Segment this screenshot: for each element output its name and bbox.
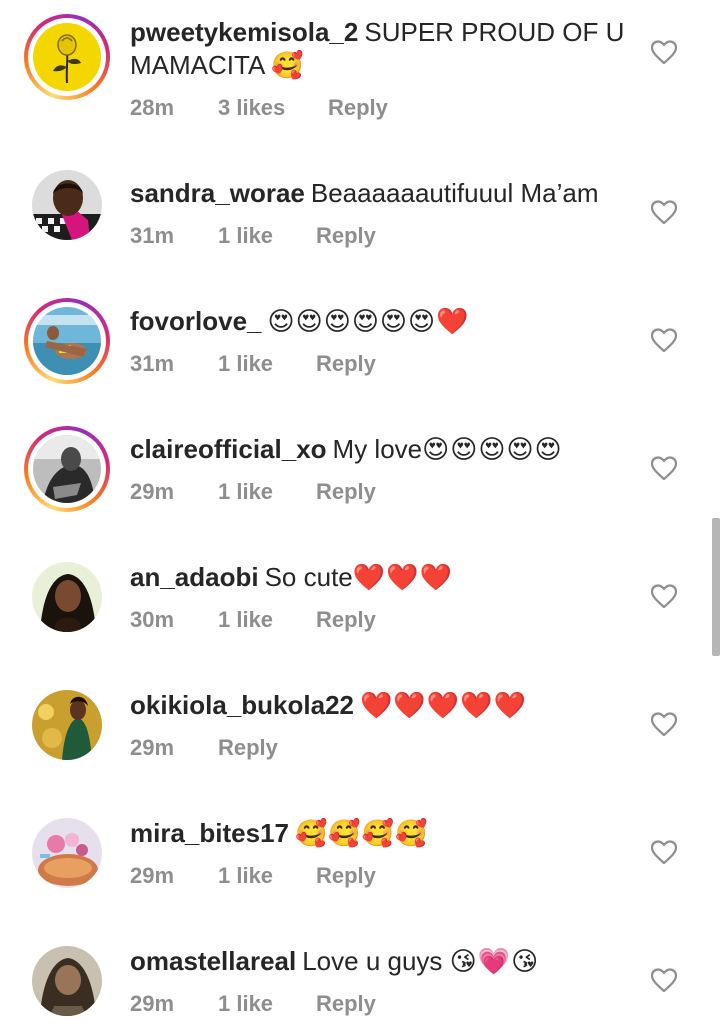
comment-timestamp[interactable]: 31m — [130, 223, 218, 249]
like-button[interactable] — [650, 583, 678, 609]
reply-button[interactable]: Reply — [316, 991, 376, 1017]
heart-outline-icon — [650, 968, 678, 993]
like-button[interactable] — [650, 455, 678, 481]
like-button[interactable] — [650, 199, 678, 225]
comment-emoji: 😍😍😍😍😍 — [422, 435, 563, 465]
like-button[interactable] — [650, 967, 678, 993]
comment-text: fovorlove_ 😍😍😍😍😍😍❤️ — [130, 305, 630, 339]
avatar[interactable] — [32, 562, 102, 632]
comment-body: Beaaaaaautifuuul Ma’am — [310, 178, 599, 208]
comment-item: pweetykemisola_2 SUPER PROUD OF U MAMACIT… — [0, 0, 720, 128]
comment-likes-count[interactable]: 1 like — [218, 607, 316, 633]
comment-item: an_adaobi So cute❤️❤️❤️ 30m 1 like Reply — [0, 524, 720, 652]
comment-username[interactable]: fovorlove_ — [130, 306, 262, 336]
avatar[interactable] — [33, 435, 101, 503]
comment-body: So cute — [264, 562, 353, 592]
comment-text: claireofficial_xo My love😍😍😍😍😍 — [130, 433, 630, 467]
heart-outline-icon — [650, 200, 678, 225]
comment-item: claireofficial_xo My love😍😍😍😍😍 29m 1 like R… — [0, 396, 720, 524]
comment-username[interactable]: claireofficial_xo — [130, 434, 327, 464]
comment-timestamp[interactable]: 29m — [130, 863, 218, 889]
comment-meta: 28m 3 likes Reply — [130, 95, 388, 121]
comment-text: omastellareal Love u guys 😘💗😘 — [130, 945, 630, 979]
avatar-story-ring[interactable] — [24, 426, 110, 512]
comment-text: mira_bites17 🥰🥰🥰🥰 — [130, 817, 630, 851]
avatar-story-ring[interactable] — [24, 14, 110, 100]
comment-timestamp[interactable]: 28m — [130, 95, 218, 121]
comment-likes-count[interactable]: 1 like — [218, 479, 316, 505]
avatar[interactable] — [33, 23, 101, 91]
avatar-wrapper[interactable] — [24, 938, 110, 1024]
comment-text: okikiola_bukola22 ❤️❤️❤️❤️❤️ — [130, 689, 630, 723]
comment-item: omastellareal Love u guys 😘💗😘 29m 1 like Re… — [0, 908, 720, 1036]
reply-button[interactable]: Reply — [328, 95, 388, 121]
comment-text: pweetykemisola_2 SUPER PROUD OF U MAMACIT… — [130, 16, 630, 83]
heart-outline-icon — [650, 40, 678, 65]
comment-meta: 29m 1 like Reply — [130, 991, 376, 1017]
comment-emoji: 😍😍😍😍😍😍❤️ — [267, 307, 470, 337]
comment-meta: 31m 1 like Reply — [130, 223, 376, 249]
reply-button[interactable]: Reply — [316, 479, 376, 505]
reply-button[interactable]: Reply — [316, 223, 376, 249]
comment-meta: 29m 1 like Reply — [130, 863, 376, 889]
comment-emoji: ❤️❤️❤️❤️❤️ — [359, 691, 527, 721]
comment-meta: 29m Reply — [130, 735, 278, 761]
avatar[interactable] — [32, 690, 102, 760]
comment-emoji: 🥰 — [271, 51, 305, 81]
avatar[interactable] — [32, 170, 102, 240]
comment-emoji: 😘💗😘 — [449, 947, 540, 977]
reply-button[interactable]: Reply — [218, 735, 278, 761]
like-button[interactable] — [650, 39, 678, 65]
comment-text: an_adaobi So cute❤️❤️❤️ — [130, 561, 630, 595]
comment-username[interactable]: okikiola_bukola22 — [130, 690, 354, 720]
comment-username[interactable]: an_adaobi — [130, 562, 259, 592]
like-button[interactable] — [650, 327, 678, 353]
like-button[interactable] — [650, 839, 678, 865]
comment-body: Love u guys — [302, 946, 443, 976]
comment-likes-count[interactable]: 1 like — [218, 991, 316, 1017]
comment-item: okikiola_bukola22 ❤️❤️❤️❤️❤️ 29m Reply — [0, 652, 720, 780]
avatar[interactable] — [32, 946, 102, 1016]
comment-text: sandra_worae Beaaaaaautifuuul Ma’am — [130, 177, 630, 210]
comment-timestamp[interactable]: 31m — [130, 351, 218, 377]
heart-outline-icon — [650, 840, 678, 865]
reply-button[interactable]: Reply — [316, 607, 376, 633]
avatar-wrapper[interactable] — [24, 554, 110, 640]
heart-outline-icon — [650, 456, 678, 481]
comment-meta: 30m 1 like Reply — [130, 607, 376, 633]
comment-item: mira_bites17 🥰🥰🥰🥰 29m 1 like Reply — [0, 780, 720, 908]
heart-outline-icon — [650, 584, 678, 609]
comment-timestamp[interactable]: 30m — [130, 607, 218, 633]
heart-outline-icon — [650, 328, 678, 353]
comment-username[interactable]: pweetykemisola_2 — [130, 17, 358, 47]
comment-username[interactable]: omastellareal — [130, 946, 296, 976]
avatar-story-ring[interactable] — [24, 298, 110, 384]
comment-username[interactable]: mira_bites17 — [130, 818, 289, 848]
avatar[interactable] — [33, 307, 101, 375]
comment-emoji: ❤️❤️❤️ — [352, 563, 453, 593]
comment-likes-count[interactable]: 1 like — [218, 351, 316, 377]
reply-button[interactable]: Reply — [316, 351, 376, 377]
comment-emoji: 🥰🥰🥰🥰 — [294, 819, 429, 849]
avatar-wrapper[interactable] — [24, 810, 110, 896]
comment-likes-count[interactable]: 1 like — [218, 223, 316, 249]
comment-likes-count[interactable]: 3 likes — [218, 95, 328, 121]
comment-username[interactable]: sandra_worae — [130, 178, 305, 208]
comment-timestamp[interactable]: 29m — [130, 735, 218, 761]
reply-button[interactable]: Reply — [316, 863, 376, 889]
heart-outline-icon — [650, 712, 678, 737]
scrollbar-thumb[interactable] — [712, 518, 720, 656]
comment-item: sandra_worae Beaaaaaautifuuul Ma’am 31m 1 … — [0, 140, 720, 268]
avatar-wrapper[interactable] — [24, 162, 110, 248]
comment-meta: 31m 1 like Reply — [130, 351, 376, 377]
comment-timestamp[interactable]: 29m — [130, 479, 218, 505]
comment-body: My love — [332, 434, 423, 464]
comment-timestamp[interactable]: 29m — [130, 991, 218, 1017]
avatar-wrapper[interactable] — [24, 682, 110, 768]
comment-meta: 29m 1 like Reply — [130, 479, 376, 505]
like-button[interactable] — [650, 711, 678, 737]
avatar[interactable] — [32, 818, 102, 888]
comment-item: fovorlove_ 😍😍😍😍😍😍❤️ 31m 1 like Reply — [0, 268, 720, 396]
comment-likes-count[interactable]: 1 like — [218, 863, 316, 889]
